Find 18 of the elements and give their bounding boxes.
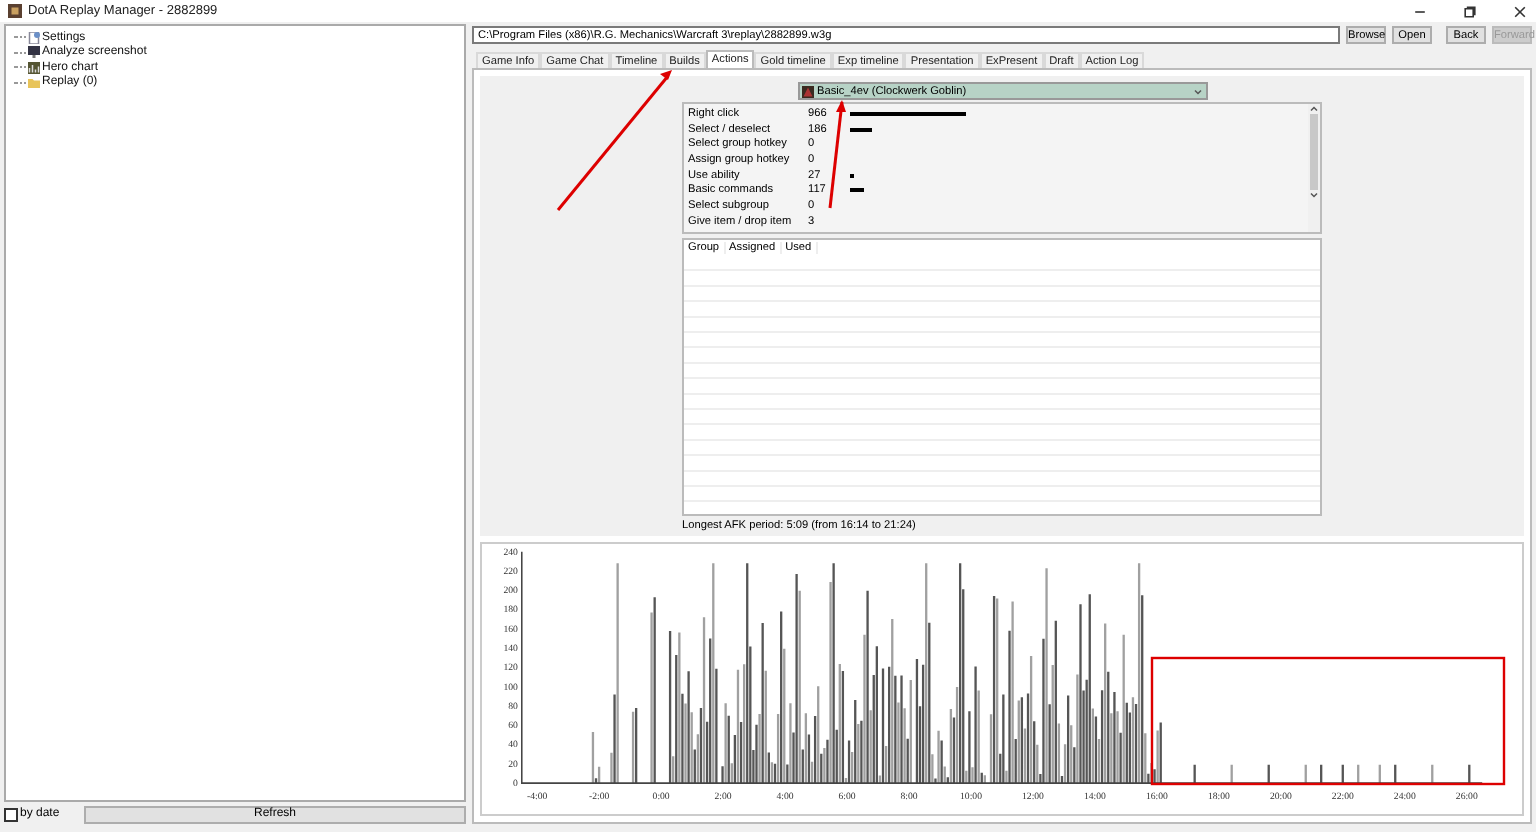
scroll-up-icon[interactable] (1308, 104, 1320, 114)
arrow-drawing (556, 70, 672, 211)
maximize-icon[interactable] (1462, 3, 1478, 19)
action-bar (850, 127, 873, 132)
chevron-down-icon (1191, 85, 1203, 97)
arrow-drawing (828, 100, 846, 209)
close-icon[interactable] (1512, 3, 1528, 19)
checkbox[interactable] (4, 807, 18, 821)
chart-icon (28, 61, 40, 74)
app-icon (8, 4, 22, 18)
action-bar (850, 111, 966, 116)
scroll-down-icon[interactable] (1308, 190, 1320, 200)
scrollbar[interactable] (1308, 104, 1320, 232)
action-bar (850, 188, 865, 193)
folder-icon (28, 76, 40, 89)
hero-icon (801, 85, 813, 97)
document-icon (28, 31, 40, 44)
monitor-icon (28, 46, 40, 59)
